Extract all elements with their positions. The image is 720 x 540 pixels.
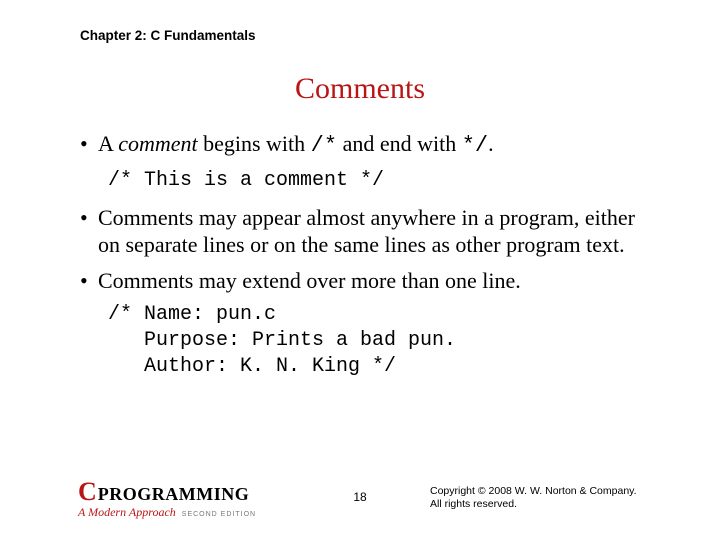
bullet-2-text: Comments may appear almost anywhere in a…	[98, 204, 660, 259]
copyright-line-2: All rights reserved.	[430, 498, 637, 512]
bullet-3: • Comments may extend over more than one…	[80, 267, 660, 295]
logo-main-line: C PROGRAMMING	[78, 477, 268, 507]
slide-title: Comments	[0, 72, 720, 106]
b1-mid2: and end with	[337, 131, 462, 156]
b1-term: comment	[118, 131, 197, 156]
code-example-2: /* Name: pun.c Purpose: Prints a bad pun…	[108, 302, 660, 380]
logo-edition: SECOND EDITION	[182, 511, 256, 518]
logo-sub-line: A Modern Approach SECOND EDITION	[78, 505, 268, 520]
copyright: Copyright © 2008 W. W. Norton & Company.…	[430, 485, 637, 512]
b1-pre: A	[98, 131, 118, 156]
footer: C PROGRAMMING A Modern Approach SECOND E…	[0, 478, 720, 522]
bullet-marker: •	[80, 204, 98, 232]
b1-code2: */	[462, 133, 488, 158]
bullet-1-text: A comment begins with /* and end with */…	[98, 130, 660, 160]
chapter-header: Chapter 2: C Fundamentals	[80, 28, 256, 43]
logo-approach: A Modern Approach	[78, 505, 176, 520]
logo-programming: PROGRAMMING	[98, 484, 249, 505]
bullet-marker: •	[80, 267, 98, 295]
copyright-line-1: Copyright © 2008 W. W. Norton & Company.	[430, 485, 637, 499]
b1-mid: begins with	[198, 131, 311, 156]
bullet-3-text: Comments may extend over more than one l…	[98, 267, 660, 295]
logo-c-letter: C	[78, 477, 97, 507]
bullet-1: • A comment begins with /* and end with …	[80, 130, 660, 160]
bullet-marker: •	[80, 130, 98, 158]
book-logo: C PROGRAMMING A Modern Approach SECOND E…	[78, 477, 268, 520]
page-number: 18	[353, 490, 366, 504]
b1-end: .	[488, 131, 494, 156]
b1-code1: /*	[311, 133, 337, 158]
code-example-1: /* This is a comment */	[108, 168, 660, 194]
content-area: • A comment begins with /* and end with …	[80, 130, 660, 390]
bullet-2: • Comments may appear almost anywhere in…	[80, 204, 660, 259]
